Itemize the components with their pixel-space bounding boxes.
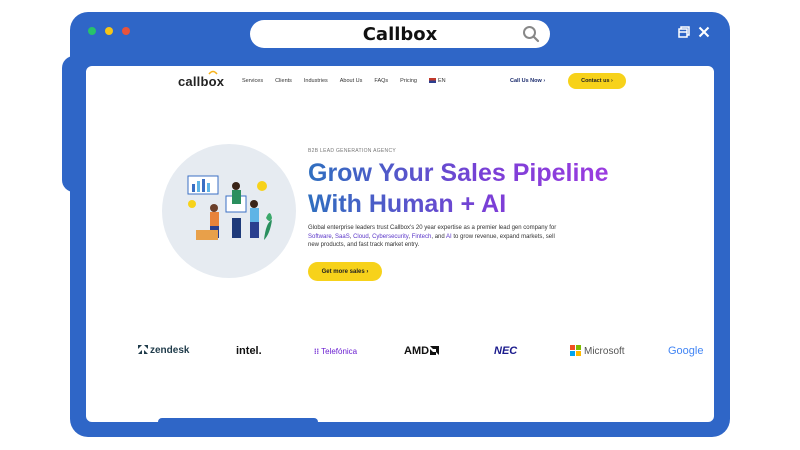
get-more-sales-button[interactable]: Get more sales › <box>308 262 382 281</box>
logo-nec: NEC <box>494 345 518 357</box>
logo-amd-text: AMD <box>404 345 430 357</box>
nav-item-industries[interactable]: Industries <box>304 78 328 84</box>
call-us-label: Call Us Now <box>510 78 542 84</box>
window-dots <box>88 27 130 35</box>
hero-eyebrow: B2B LEAD GENERATION AGENCY <box>308 148 397 154</box>
address-bar[interactable]: Callbox <box>250 20 550 48</box>
chevron-right-icon: › <box>611 78 613 84</box>
site-logo[interactable]: callbox <box>178 74 224 89</box>
contact-label: Contact us <box>581 78 610 84</box>
window-title: Callbox <box>362 23 438 45</box>
cta-label: Get more sales <box>321 268 365 275</box>
bottom-tab-decoration <box>158 418 318 422</box>
close-icon[interactable] <box>698 26 710 38</box>
contact-us-button[interactable]: Contact us › <box>568 73 626 89</box>
hl-cloud[interactable]: Cloud <box>353 234 369 240</box>
green-dot-icon[interactable] <box>88 27 96 35</box>
team-illustration-icon <box>187 175 272 240</box>
nav-item-clients[interactable]: Clients <box>275 78 292 84</box>
logo-telefonica-text: Telefónica <box>321 347 358 356</box>
hero-description-part1: Global enterprise leaders trust Callbox'… <box>308 225 557 231</box>
chevron-right-icon: › <box>366 268 369 275</box>
yellow-dot-icon[interactable] <box>105 27 113 35</box>
hl-cybersecurity[interactable]: Cybersecurity <box>372 234 408 240</box>
logo-telefonica: ⁝⁝ Telefónica <box>314 347 357 356</box>
red-dot-icon[interactable] <box>122 27 130 35</box>
call-us-link[interactable]: Call Us Now › <box>510 78 545 84</box>
logo-intel: intel. <box>236 345 262 357</box>
nav-item-pricing[interactable]: Pricing <box>400 78 417 84</box>
chevron-right-icon: › <box>543 78 546 84</box>
nav-item-faqs[interactable]: FAQs <box>374 78 388 84</box>
telefonica-dots-icon: ⁝⁝ <box>314 347 320 356</box>
logo-microsoft-text: Microsoft <box>584 346 625 357</box>
client-logos-strip: zendesk intel. ⁝⁝ Telefónica AMD NEC Micr… <box>86 342 714 362</box>
zendesk-mark-icon <box>138 345 148 354</box>
language-label: EN <box>437 78 446 84</box>
search-icon[interactable] <box>522 25 540 43</box>
language-selector[interactable]: EN <box>428 78 446 84</box>
window-controls <box>678 26 710 38</box>
hero-title-line2: With Human + AI <box>308 190 507 218</box>
us-flag-icon <box>428 78 436 84</box>
web-page: callbox Services Clients Industries Abou… <box>84 64 716 424</box>
hero-description: Global enterprise leaders trust Callbox'… <box>308 225 557 248</box>
nav-links: Services Clients Industries About Us FAQ… <box>242 78 446 84</box>
nav-item-services[interactable]: Services <box>242 78 263 84</box>
hl-software[interactable]: Software <box>308 234 332 240</box>
hero-title-line1: Grow Your Sales Pipeline <box>308 159 609 187</box>
browser-window: Callbox callbox Services Clients Industr… <box>70 12 730 437</box>
logo-amd: AMD <box>404 345 440 357</box>
hero-title: Grow Your Sales Pipeline With Human + AI <box>308 158 609 220</box>
hl-fintech[interactable]: Fintech <box>412 234 432 240</box>
hl-saas[interactable]: SaaS <box>335 234 350 240</box>
screenshot-stage: Callbox callbox Services Clients Industr… <box>0 0 800 450</box>
microsoft-windows-icon <box>570 345 581 356</box>
amd-arrow-icon <box>430 346 440 355</box>
logo-zendesk: zendesk <box>138 345 189 356</box>
nav-item-about[interactable]: About Us <box>340 78 363 84</box>
logo-google: Google <box>668 345 704 357</box>
restore-window-icon[interactable] <box>678 26 690 38</box>
site-nav: callbox Services Clients Industries Abou… <box>86 66 714 96</box>
logo-microsoft: Microsoft <box>570 345 625 357</box>
logo-zendesk-text: zendesk <box>150 345 190 356</box>
